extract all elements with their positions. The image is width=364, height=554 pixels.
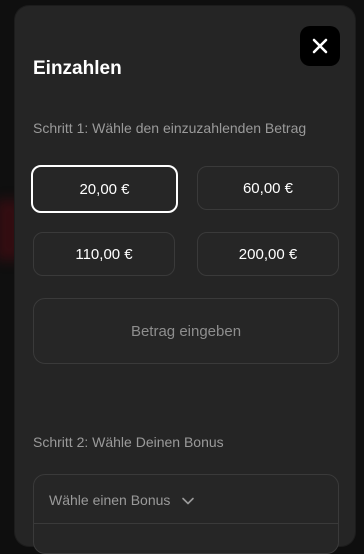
custom-amount-placeholder: Betrag eingeben [130, 322, 242, 340]
bonus-select-value: Wähle einen Bonus [49, 492, 171, 508]
amount-option-200[interactable]: 200,00 € [197, 232, 339, 276]
deposit-modal: Einzahlen Schritt 1: Wähle den einzuzahl… [15, 6, 355, 554]
custom-amount-input[interactable]: Betrag eingeben [33, 298, 339, 364]
bonus-select[interactable]: Wähle einen Bonus [33, 474, 339, 554]
step1-label: Schritt 1: Wähle den einzuzahlenden Betr… [33, 120, 307, 136]
amount-option-110[interactable]: 110,00 € [33, 232, 175, 276]
step2-label: Schritt 2: Wähle Deinen Bonus [33, 434, 224, 450]
chevron-down-icon [182, 497, 194, 505]
close-icon [312, 38, 328, 54]
amount-option-20[interactable]: 20,00 € [31, 165, 178, 213]
modal-title: Einzahlen [33, 58, 122, 79]
select-divider [34, 523, 338, 524]
amount-option-60[interactable]: 60,00 € [197, 166, 339, 210]
close-button[interactable] [300, 26, 340, 66]
